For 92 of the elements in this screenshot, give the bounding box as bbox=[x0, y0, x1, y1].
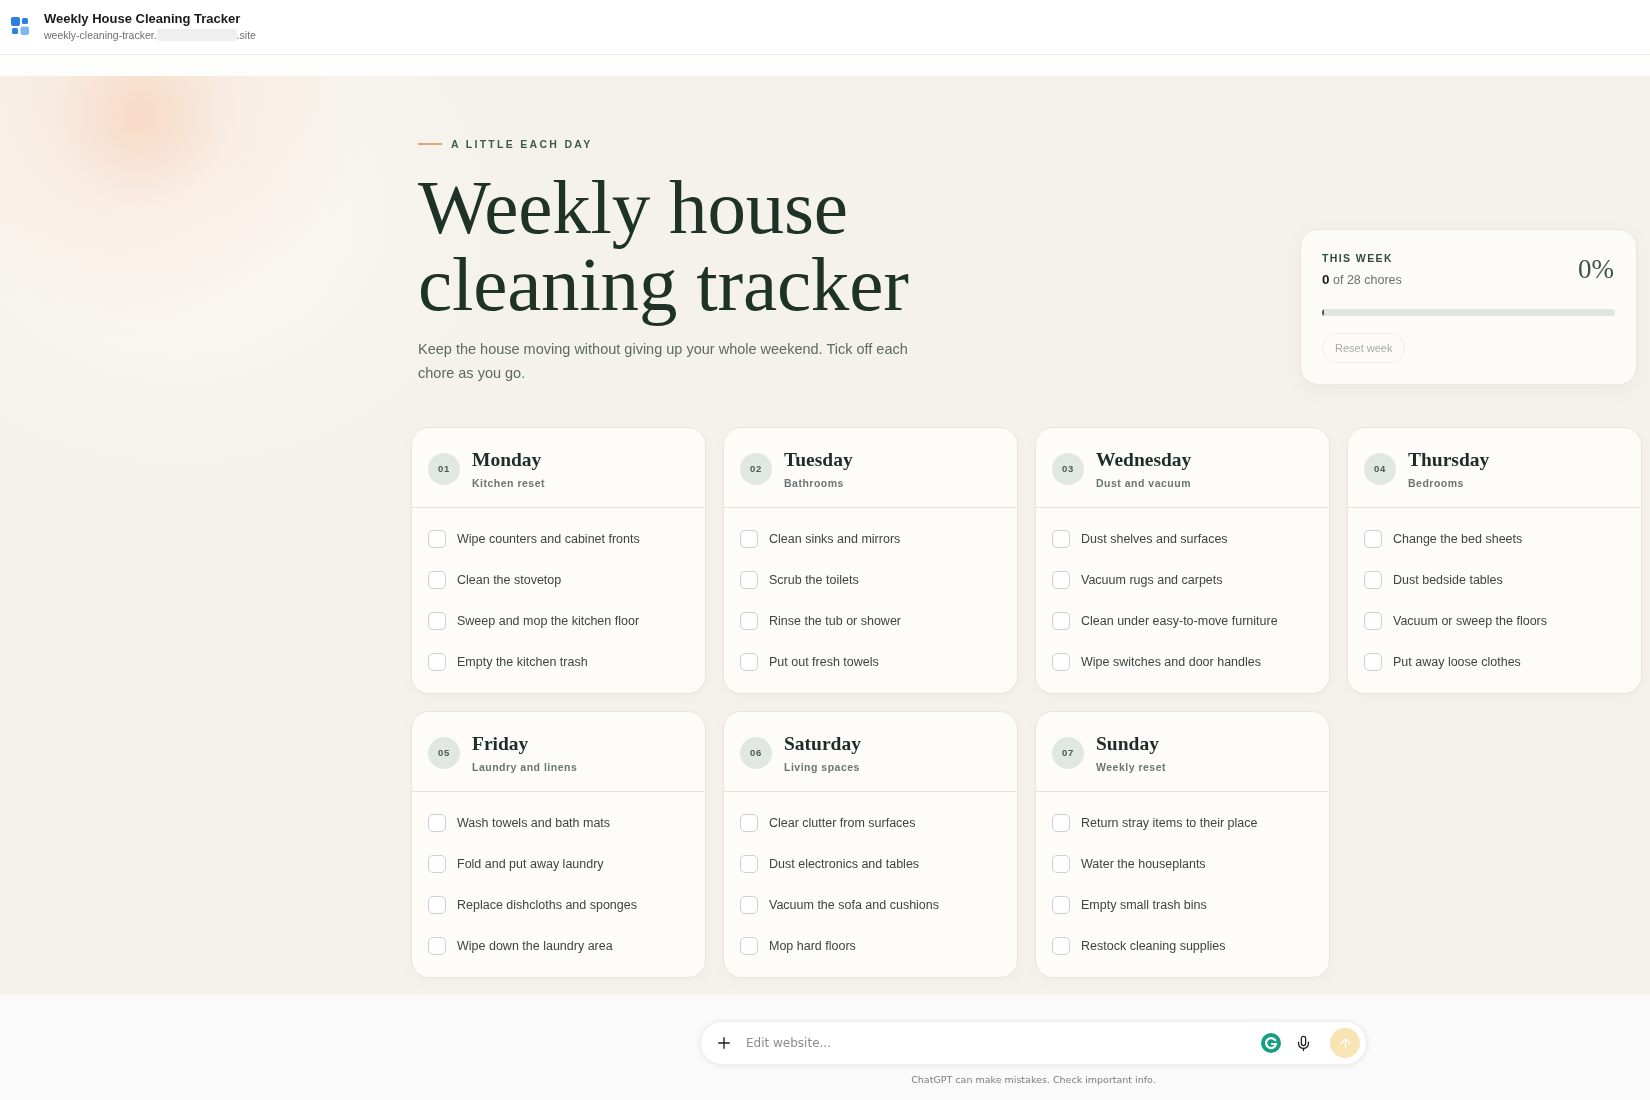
day-name: Saturday bbox=[784, 731, 861, 756]
chore-label: Wash towels and bath mats bbox=[457, 815, 611, 830]
chore-checkbox[interactable] bbox=[740, 611, 758, 630]
chore-label: Change the bed sheets bbox=[1393, 531, 1523, 546]
chore-checkbox[interactable] bbox=[1052, 529, 1070, 548]
progress-percent: 0% bbox=[1578, 253, 1615, 285]
chore-checkbox[interactable] bbox=[740, 813, 758, 832]
day-number: 04 bbox=[1364, 452, 1396, 485]
url-text: .site bbox=[236, 29, 256, 41]
eyebrow-text: A LITTLE EACH DAY bbox=[451, 138, 593, 150]
chore-label: Wipe switches and door handles bbox=[1081, 654, 1261, 669]
chore-label: Clean sinks and mirrors bbox=[769, 531, 901, 546]
app-title: Weekly House Cleaning Tracker bbox=[44, 11, 242, 26]
chore-label: Clean under easy-to-move furniture bbox=[1081, 613, 1278, 628]
chore-label: Wipe down the laundry area bbox=[457, 938, 613, 953]
chore-checkbox[interactable] bbox=[428, 570, 446, 589]
chore-checkbox[interactable] bbox=[1364, 529, 1382, 548]
chore-checkbox[interactable] bbox=[740, 652, 758, 671]
chore-checkbox[interactable] bbox=[428, 854, 446, 873]
chore-label: Restock cleaning supplies bbox=[1081, 938, 1226, 953]
chore-label: Water the houseplants bbox=[1081, 856, 1206, 871]
chore-label: Vacuum or sweep the floors bbox=[1393, 613, 1547, 628]
progress-summary: 0 of 28 chores bbox=[1322, 272, 1402, 288]
day-number: 03 bbox=[1052, 452, 1084, 485]
day-focus: Living spaces bbox=[784, 759, 861, 774]
chore-checkbox[interactable] bbox=[1364, 652, 1382, 671]
chore-label: Empty the kitchen trash bbox=[457, 654, 588, 669]
day-name: Monday bbox=[472, 447, 543, 472]
chore-checkbox[interactable] bbox=[740, 529, 758, 548]
chore-checkbox[interactable] bbox=[740, 895, 758, 914]
plus-icon bbox=[715, 1034, 733, 1052]
chore-checkbox[interactable] bbox=[740, 936, 758, 955]
day-number: 06 bbox=[740, 736, 772, 769]
chore-checkbox[interactable] bbox=[1052, 936, 1070, 955]
day-number: 07 bbox=[1052, 736, 1084, 769]
chore-label: Rinse the tub or shower bbox=[769, 613, 901, 628]
four-squares-icon bbox=[11, 17, 29, 35]
chore-checkbox[interactable] bbox=[428, 652, 446, 671]
chore-label: Replace dishcloths and sponges bbox=[457, 897, 637, 912]
chore-label: Dust electronics and tables bbox=[769, 856, 920, 871]
chore-label: Put away loose clothes bbox=[1393, 654, 1521, 669]
day-number: 02 bbox=[740, 452, 772, 485]
day-name: Friday bbox=[472, 731, 530, 756]
chore-label: Mop hard floors bbox=[769, 938, 856, 953]
day-focus: Dust and vacuum bbox=[1096, 475, 1192, 490]
chore-label: Dust shelves and surfaces bbox=[1081, 531, 1228, 546]
chore-checkbox[interactable] bbox=[1052, 652, 1070, 671]
chore-label: Clear clutter from surfaces bbox=[769, 815, 916, 830]
chore-label: Vacuum rugs and carpets bbox=[1081, 572, 1223, 587]
chore-label: Fold and put away laundry bbox=[457, 856, 604, 871]
chore-label: Sweep and mop the kitchen floor bbox=[457, 613, 640, 628]
chore-checkbox[interactable] bbox=[428, 895, 446, 914]
chore-label: Return stray items to their place bbox=[1081, 815, 1258, 830]
url-text: weekly-cleaning-tracker. bbox=[44, 29, 157, 41]
chore-label: Clean the stovetop bbox=[457, 572, 562, 587]
day-name: Thursday bbox=[1408, 447, 1490, 472]
message-input[interactable]: Edit website... bbox=[744, 1028, 1251, 1058]
chore-checkbox[interactable] bbox=[1052, 611, 1070, 630]
chore-checkbox[interactable] bbox=[1052, 895, 1070, 914]
chore-checkbox[interactable] bbox=[428, 813, 446, 832]
chore-checkbox[interactable] bbox=[428, 529, 446, 548]
day-focus: Bathrooms bbox=[784, 475, 845, 490]
chore-checkbox[interactable] bbox=[428, 611, 446, 630]
chore-checkbox[interactable] bbox=[740, 854, 758, 873]
day-focus: Kitchen reset bbox=[472, 475, 546, 490]
chore-label: Scrub the toilets bbox=[769, 572, 859, 587]
chore-checkbox[interactable] bbox=[1052, 570, 1070, 589]
chore-checkbox[interactable] bbox=[1364, 611, 1382, 630]
day-number: 05 bbox=[428, 736, 460, 769]
chore-checkbox[interactable] bbox=[1364, 570, 1382, 589]
chore-label: Empty small trash bins bbox=[1081, 897, 1207, 912]
composer-bar[interactable]: Edit website... bbox=[700, 1021, 1367, 1065]
chore-label: Wipe counters and cabinet fronts bbox=[457, 531, 640, 546]
day-name: Sunday bbox=[1096, 731, 1160, 756]
progress-label: THIS WEEK bbox=[1322, 251, 1394, 266]
intro-text: Keep the house moving without giving up your whole weekend. Tick off each chore as you go. bbox=[418, 340, 909, 383]
chore-checkbox[interactable] bbox=[1052, 854, 1070, 873]
send-button[interactable] bbox=[1330, 1028, 1360, 1058]
day-name: Wednesday bbox=[1096, 447, 1192, 472]
chore-checkbox[interactable] bbox=[1052, 813, 1070, 832]
chore-checkbox[interactable] bbox=[428, 936, 446, 955]
disclaimer-text: ChatGPT can make mistakes. Check important info. bbox=[911, 1073, 1156, 1087]
chore-checkbox[interactable] bbox=[740, 570, 758, 589]
day-number: 01 bbox=[428, 452, 460, 485]
chore-label: Vacuum the sofa and cushions bbox=[769, 897, 939, 912]
chore-label: Put out fresh towels bbox=[769, 654, 879, 669]
ring-logo-icon[interactable] bbox=[1261, 1033, 1281, 1053]
day-focus: Laundry and linens bbox=[472, 759, 578, 774]
day-focus: Bedrooms bbox=[1408, 475, 1465, 490]
chore-label: Dust bedside tables bbox=[1393, 572, 1503, 587]
day-focus: Weekly reset bbox=[1096, 759, 1166, 774]
day-name: Tuesday bbox=[784, 447, 853, 472]
